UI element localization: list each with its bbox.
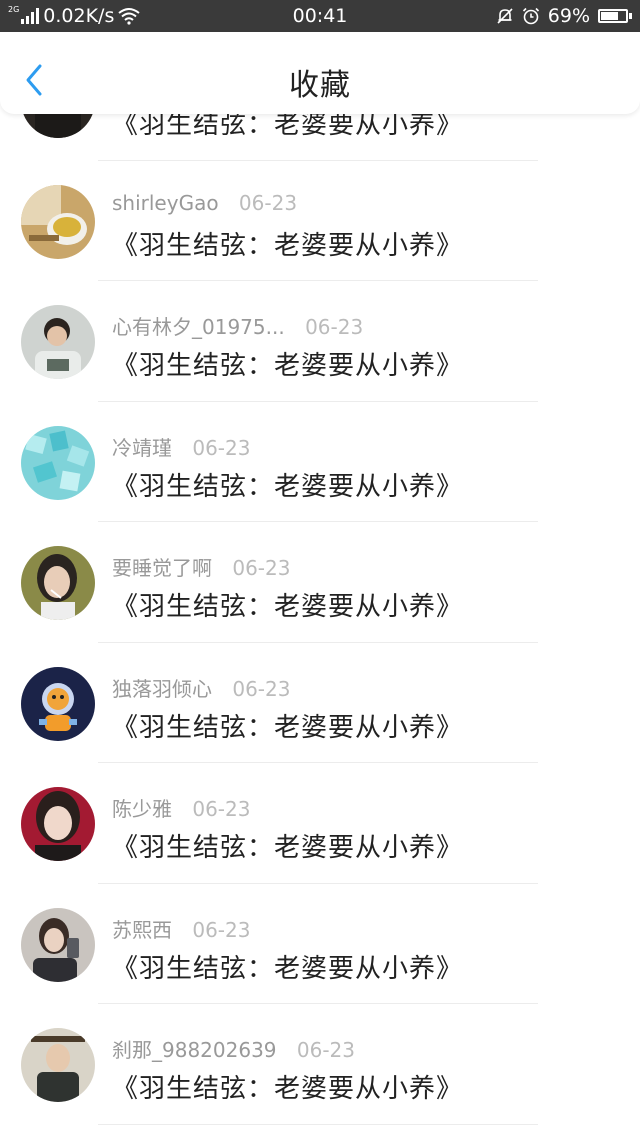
battery-fill xyxy=(601,12,618,20)
status-bar: 2G 0.02K/s 00:41 69% xyxy=(0,0,640,32)
item-title: 《羽生结弦：老婆要从小养》 xyxy=(112,833,464,863)
signal-icon xyxy=(21,8,40,24)
item-meta: 心有林夕_01975... 06-23 xyxy=(112,311,363,340)
avatar xyxy=(21,1028,95,1102)
item-title: 《羽生结弦：老婆要从小养》 xyxy=(112,712,464,743)
item-date: 06-23 xyxy=(192,435,251,460)
avatar xyxy=(21,425,95,500)
item-user: 陈少雅 xyxy=(112,797,172,821)
item-meta: 独落羽倾心 06-23 xyxy=(112,673,290,702)
item-user: shirleyGao xyxy=(112,190,219,215)
list-item[interactable]: 苏熙西 06-23 《羽生结弦：老婆要从小养》 xyxy=(0,884,640,1004)
avatar xyxy=(21,546,95,620)
item-meta: shirleyGao 06-23 xyxy=(112,191,297,215)
item-title: 《羽生结弦：老婆要从小养》 xyxy=(112,471,464,502)
header-bar: 收藏 xyxy=(0,32,640,114)
item-title: 《羽生结弦：老婆要从小养》 xyxy=(112,953,464,984)
wifi-icon xyxy=(118,7,140,25)
avatar xyxy=(21,907,95,982)
item-date: 06-23 xyxy=(296,1038,356,1062)
item-user: 刹那_988202639 xyxy=(112,1038,277,1062)
item-date: 06-23 xyxy=(238,190,298,215)
item-meta: 冷靖瑾 06-23 xyxy=(112,432,250,461)
item-user: 苏熙西 xyxy=(112,917,172,942)
list-item[interactable]: 心有林夕_01975... 06-23 《羽生结弦：老婆要从小养》 xyxy=(0,281,640,402)
list-item[interactable]: 刹那_988202639 06-23 《羽生结弦：老婆要从小养》 xyxy=(0,1004,640,1125)
battery-percent: 69% xyxy=(547,5,590,27)
item-meta: 刹那_988202639 06-23 xyxy=(112,1034,355,1063)
battery-icon xyxy=(598,9,632,23)
divider xyxy=(98,1123,538,1125)
avatar xyxy=(21,184,95,259)
list-item[interactable]: shirleyGao 06-23 《羽生结弦：老婆要从小养》 xyxy=(0,161,640,281)
list-item[interactable]: 要睡觉了啊 06-23 《羽生结弦：老婆要从小养》 xyxy=(0,522,640,643)
item-title: 《羽生结弦：老婆要从小养》 xyxy=(112,592,464,622)
avatar xyxy=(21,666,95,741)
item-date: 06-23 xyxy=(192,917,251,942)
item-meta: 陈少雅 06-23 xyxy=(112,793,250,822)
list-item[interactable]: 独落羽倾心 06-23 《羽生结弦：老婆要从小养》 xyxy=(0,643,640,763)
item-user: 心有林夕_01975... xyxy=(112,315,285,339)
avatar xyxy=(21,787,95,861)
item-meta: 苏熙西 06-23 xyxy=(112,914,250,943)
status-time: 00:41 xyxy=(292,5,348,27)
item-title: 《羽生结弦：老婆要从小养》 xyxy=(112,351,464,381)
item-user: 要睡觉了啊 xyxy=(112,556,212,580)
alarm-icon xyxy=(522,7,540,25)
item-title: 《羽生结弦：老婆要从小养》 xyxy=(112,230,464,261)
favorites-list: 《羽生结弦：老婆要从小养》 shirleyGao 06-23 《羽生结弦：老婆要… xyxy=(0,40,640,1125)
item-date: 06-23 xyxy=(232,676,291,701)
avatar xyxy=(21,305,95,379)
item-date: 06-23 xyxy=(192,797,251,821)
network-speed: 0.02K/s xyxy=(43,5,115,27)
item-user: 独落羽倾心 xyxy=(112,676,212,701)
item-title: 《羽生结弦：老婆要从小养》 xyxy=(112,1074,464,1104)
page-title: 收藏 xyxy=(289,68,351,103)
item-date: 06-23 xyxy=(305,315,364,339)
status-right: 69% xyxy=(432,5,632,27)
network-type: 2G xyxy=(8,5,20,14)
mute-bell-icon xyxy=(496,7,514,25)
list-item[interactable]: 陈少雅 06-23 《羽生结弦：老婆要从小养》 xyxy=(0,763,640,884)
item-meta: 要睡觉了啊 06-23 xyxy=(112,552,290,581)
list-item[interactable]: 冷靖瑾 06-23 《羽生结弦：老婆要从小养》 xyxy=(0,402,640,522)
item-user: 冷靖瑾 xyxy=(112,435,172,460)
item-date: 06-23 xyxy=(232,556,291,580)
